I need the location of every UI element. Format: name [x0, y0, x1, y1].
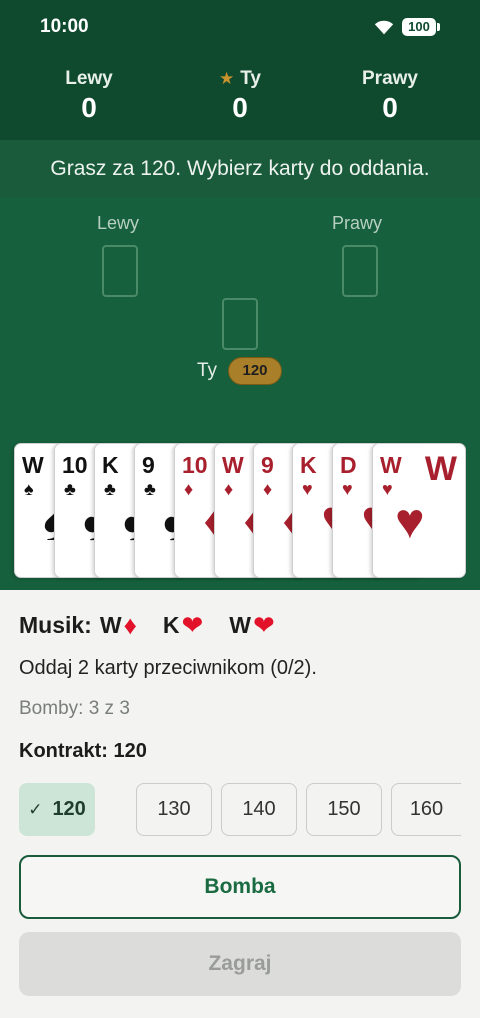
musik-card: K ❤	[163, 610, 203, 641]
battery-tip	[437, 23, 440, 31]
trick-slot-you	[222, 298, 258, 350]
card-rank: 10	[182, 452, 208, 478]
musik-row: Musik: W ♦ K ❤ W ❤	[19, 610, 293, 641]
musik-card: W ❤	[229, 610, 275, 641]
score-you-name: Ty	[240, 68, 261, 89]
bid-value: 120	[52, 798, 86, 820]
bid-value: 130	[157, 798, 191, 820]
musik-card-rank: K	[162, 612, 180, 638]
seat-you-label: Ty	[197, 360, 218, 381]
seat-right-label: Prawy	[332, 213, 383, 233]
bombs-count: Bomby: 3 z 3	[19, 698, 130, 719]
bid-option-120[interactable]: ✓ 120	[19, 783, 95, 836]
bid-value: 140	[242, 798, 276, 820]
bid-option-140[interactable]: 140	[221, 783, 297, 836]
card-suit-icon: ♣	[64, 479, 76, 499]
card-suit-icon: ♦	[184, 479, 194, 499]
score-left-value: 0	[81, 92, 97, 123]
battery-icon: 100	[402, 18, 436, 36]
musik-label: Musik:	[19, 612, 92, 638]
contract-label: Kontrakt: 120	[19, 740, 147, 762]
score-you: ★ Ty 0	[170, 68, 310, 124]
instruction-text: Oddaj 2 karty przeciwnikom (0/2).	[19, 657, 317, 679]
card-rank: K	[102, 452, 119, 478]
bid-value: 150	[327, 798, 361, 820]
score-right: Prawy 0	[320, 68, 460, 124]
bomba-button[interactable]: Bomba	[19, 855, 461, 919]
score-right-value: 0	[382, 92, 398, 123]
card-suit-icon: ♦	[263, 479, 273, 499]
heart-icon: ❤	[252, 610, 275, 640]
card-rank: W	[380, 452, 402, 478]
heart-icon: ❤	[181, 610, 204, 640]
game-banner: Grasz za 120. Wybierz karty do oddania.	[0, 140, 480, 197]
card-rank: W	[22, 452, 44, 478]
card-suit-icon: ♥	[382, 479, 393, 499]
card-rank: W	[222, 452, 244, 478]
card-suit-icon: ♥	[302, 479, 313, 499]
bid-option-150[interactable]: 150	[306, 783, 382, 836]
play-button[interactable]: Zagraj	[19, 932, 461, 996]
bid-option-160[interactable]: 160	[391, 783, 461, 836]
trick-slot-left	[102, 245, 138, 297]
action-panel: Musik: W ♦ K ❤ W ❤ Oddaj 2 karty przeciw…	[0, 590, 480, 1018]
card-rank: 9	[142, 452, 155, 478]
status-bar: 10:00 100	[0, 0, 480, 54]
card-suit-icon: ♦	[224, 479, 234, 499]
card-suit-icon: ♣	[144, 479, 156, 499]
score-left: Lewy 0	[19, 68, 159, 124]
trick-slot-right	[342, 245, 378, 297]
score-right-name: Prawy	[362, 68, 418, 89]
card-rank: 9	[261, 452, 274, 478]
card-rank: K	[300, 452, 317, 478]
star-icon: ★	[218, 69, 235, 88]
clock: 10:00	[40, 16, 89, 37]
score-left-name: Lewy	[65, 68, 113, 89]
card-suit-large-icon: ♥	[395, 493, 425, 549]
wifi-icon	[374, 20, 394, 35]
hand-card[interactable]: W ♥ W ♥	[372, 443, 466, 578]
bid-value: 160	[409, 798, 444, 820]
score-you-value: 0	[232, 92, 248, 123]
musik-card-rank: W	[99, 612, 122, 638]
card-corner-rank: W	[424, 450, 457, 488]
musik-card-rank: W	[229, 612, 251, 638]
card-rank: D	[340, 452, 357, 478]
diamond-icon: ♦	[123, 610, 137, 640]
you-bid-badge: 120	[228, 357, 282, 385]
bid-option-130[interactable]: 130	[136, 783, 212, 836]
card-rank: 10	[62, 452, 88, 478]
card-suit-icon: ♠	[24, 479, 34, 499]
check-icon: ✓	[28, 800, 43, 819]
seat-left-label: Lewy	[97, 213, 140, 233]
card-suit-icon: ♣	[104, 479, 116, 499]
card-suit-icon: ♥	[342, 479, 353, 499]
card-table: Lewy Prawy Ty 120 W ♠ ♠ 10 ♣ ♣ K ♣ ♣ 9 ♣…	[0, 197, 480, 590]
score-header: 10:00 100 Lewy 0 ★ Ty 0 Prawy 0	[0, 0, 480, 140]
musik-card: W ♦	[100, 610, 137, 641]
